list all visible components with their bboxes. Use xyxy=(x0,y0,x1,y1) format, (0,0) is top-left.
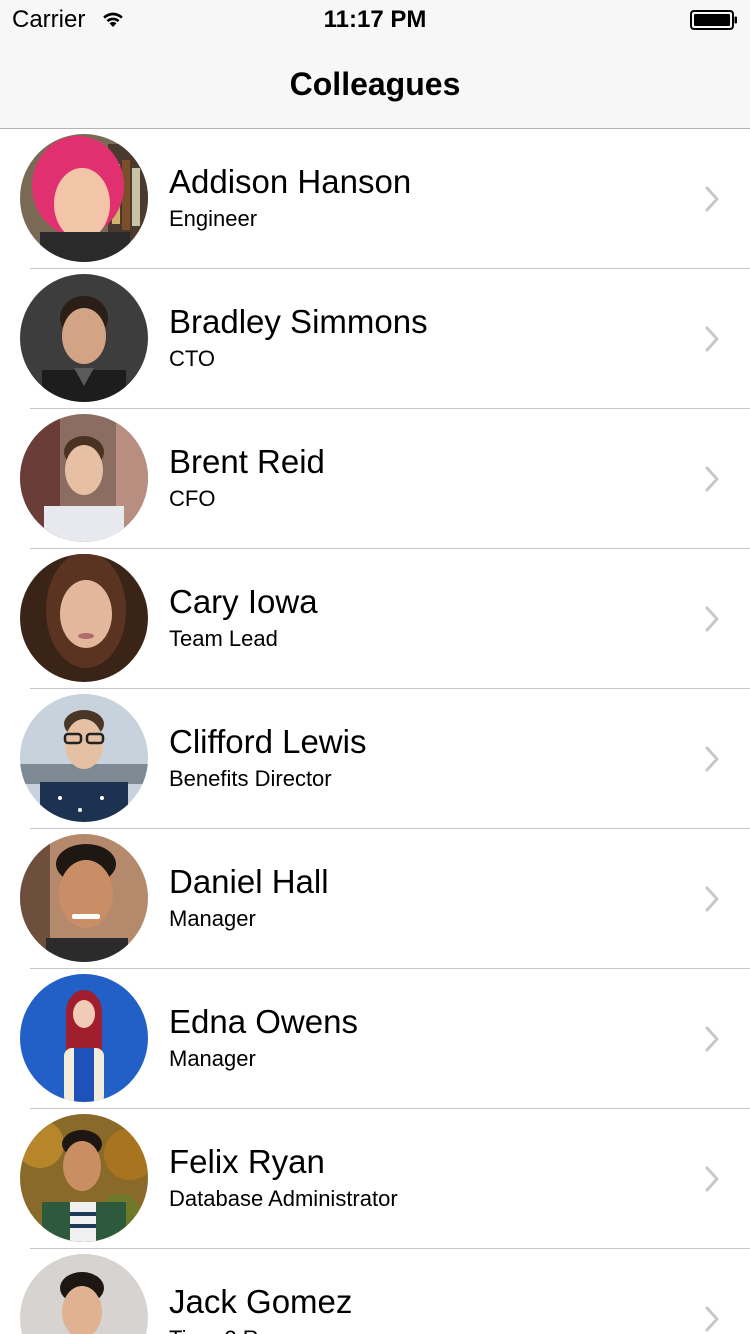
colleague-role: Engineer xyxy=(169,206,258,231)
avatar xyxy=(20,694,148,822)
list-item[interactable]: Cary Iowa Team Lead xyxy=(0,549,750,689)
colleague-name: Addison Hanson xyxy=(169,163,412,200)
colleague-role: Manager xyxy=(169,906,256,931)
list-item[interactable]: Clifford Lewis Benefits Director xyxy=(0,689,750,829)
colleague-name: Felix Ryan xyxy=(169,1143,325,1180)
colleague-role: CTO xyxy=(169,346,216,371)
chevron-right-icon xyxy=(705,1166,719,1192)
list-item[interactable]: Addison Hanson Engineer xyxy=(0,129,750,269)
status-bar: Carrier 11:17 PM xyxy=(0,0,750,40)
chevron-right-icon xyxy=(705,1026,719,1052)
avatar xyxy=(20,554,148,682)
list-item[interactable]: Jack Gomez Tiger 2 R... xyxy=(0,1249,750,1334)
chevron-right-icon xyxy=(705,886,719,912)
colleague-name: Daniel Hall xyxy=(169,863,329,900)
avatar xyxy=(20,414,148,542)
colleague-name: Cary Iowa xyxy=(169,583,318,620)
colleague-role: Manager xyxy=(169,1046,256,1071)
avatar xyxy=(20,834,148,962)
colleague-role: CFO xyxy=(169,486,216,511)
colleague-name: Clifford Lewis xyxy=(169,723,367,760)
chevron-right-icon xyxy=(705,186,719,212)
avatar xyxy=(20,1114,148,1242)
avatar xyxy=(20,274,148,402)
navigation-bar: Colleagues xyxy=(0,40,750,129)
avatar xyxy=(20,974,148,1102)
list-item[interactable]: Daniel Hall Manager xyxy=(0,829,750,969)
battery-icon xyxy=(690,10,737,30)
colleague-name: Bradley Simmons xyxy=(169,303,428,340)
list-item[interactable]: Brent Reid CFO xyxy=(0,409,750,549)
status-time: 11:17 PM xyxy=(323,6,427,33)
page-title: Colleagues xyxy=(289,66,461,102)
colleague-name: Brent Reid xyxy=(169,443,325,480)
colleague-role: Database Administrator xyxy=(169,1186,398,1211)
colleague-list: Addison Hanson Engineer Bradley Simmons … xyxy=(0,129,750,1334)
chevron-right-icon xyxy=(705,326,719,352)
colleague-name: Jack Gomez xyxy=(169,1283,353,1320)
list-item[interactable]: Felix Ryan Database Administrator xyxy=(0,1109,750,1249)
colleague-name: Edna Owens xyxy=(169,1003,358,1040)
chevron-right-icon xyxy=(705,606,719,632)
avatar xyxy=(20,1254,148,1334)
chevron-right-icon xyxy=(705,1306,719,1332)
list-item[interactable]: Bradley Simmons CTO xyxy=(0,269,750,409)
colleague-role: Team Lead xyxy=(169,626,278,651)
list-item[interactable]: Edna Owens Manager xyxy=(0,969,750,1109)
chevron-right-icon xyxy=(705,466,719,492)
colleague-role: Benefits Director xyxy=(169,766,332,791)
chevron-right-icon xyxy=(705,746,719,772)
colleague-role: Tiger 2 R... xyxy=(169,1326,277,1334)
avatar xyxy=(20,134,148,262)
